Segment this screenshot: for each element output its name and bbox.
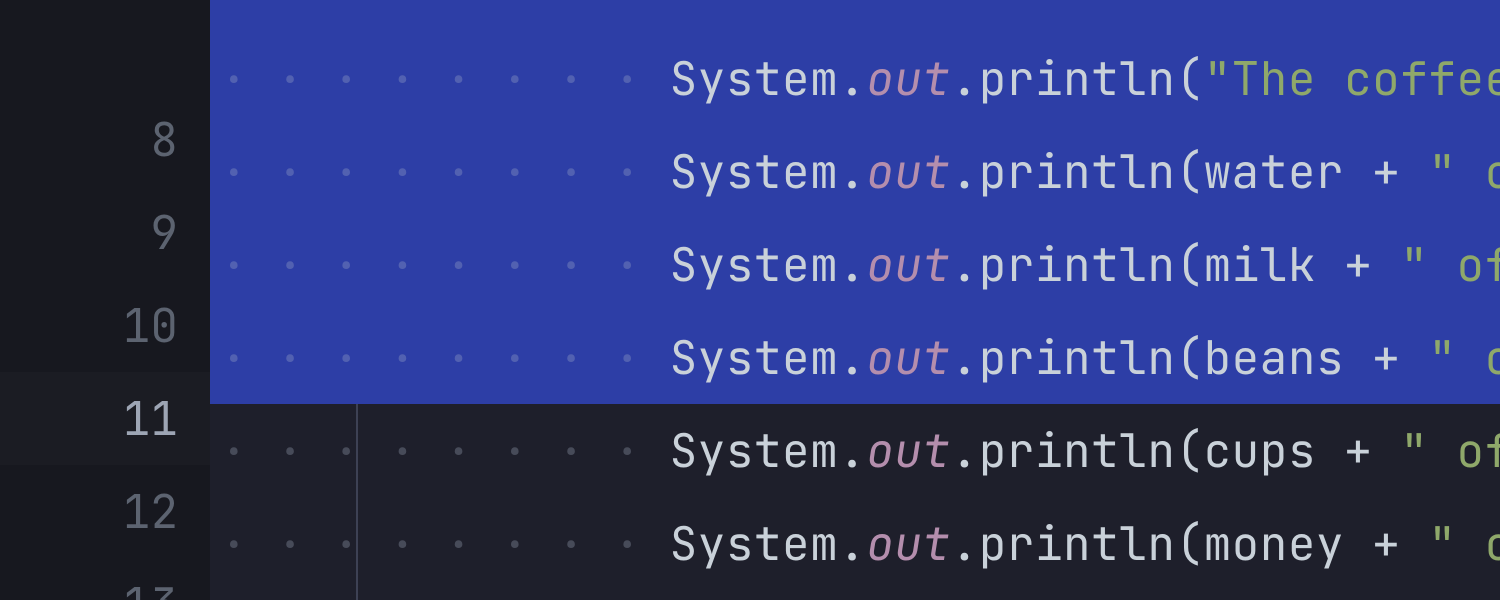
whitespace-indicator: · · · · · · · · — [220, 48, 670, 109]
code-editor[interactable]: 8 9 10 11 12 13 public static void print… — [0, 0, 1500, 600]
code-line[interactable]: · · · · · · · · System.out.println(cups … — [210, 404, 1500, 497]
code-tokens: public static void print(int water, — [220, 0, 1204, 1]
code-tokens: System.out.println(beans + " of — [670, 327, 1500, 388]
line-number-gutter: 8 9 10 11 12 13 — [0, 0, 210, 600]
whitespace-indicator: · · · · · · · · — [220, 513, 670, 574]
line-number: 9 — [0, 186, 210, 279]
whitespace-indicator: · · · · · · · · — [220, 420, 670, 481]
code-tokens: System.out.println(money + " of — [670, 513, 1500, 574]
code-tokens: System.out.println(cups + " of — [670, 420, 1500, 481]
code-line[interactable]: public static void print(int water, — [210, 0, 1500, 32]
code-line[interactable]: · · · · · · · · System.out.println(water… — [210, 125, 1500, 218]
line-number: 10 — [0, 279, 210, 372]
whitespace-indicator: · · · · · · · · — [220, 327, 670, 388]
code-content-area[interactable]: public static void print(int water, · · … — [210, 0, 1500, 600]
line-number: 13 — [0, 558, 210, 600]
code-tokens: System.out.println(milk + " of — [670, 234, 1500, 295]
code-line[interactable]: · · · · · · · · System.out.println(money… — [210, 497, 1500, 590]
code-line[interactable]: · · · · · · · · System.out.println(beans… — [210, 311, 1500, 404]
code-line[interactable]: · · · · · · · · System.out.println(milk … — [210, 218, 1500, 311]
code-tokens: System.out.println(water + " of — [670, 141, 1500, 202]
line-number: 12 — [0, 465, 210, 558]
line-number: 8 — [0, 93, 210, 186]
line-number: 11 — [0, 372, 210, 465]
code-line[interactable]: · · · · · · · · System.out.println("The … — [210, 32, 1500, 125]
code-tokens: System.out.println("The coffee — [670, 48, 1500, 109]
whitespace-indicator: · · · · · · · · — [220, 141, 670, 202]
whitespace-indicator: · · · · · · · · — [220, 234, 670, 295]
line-number — [0, 0, 210, 93]
